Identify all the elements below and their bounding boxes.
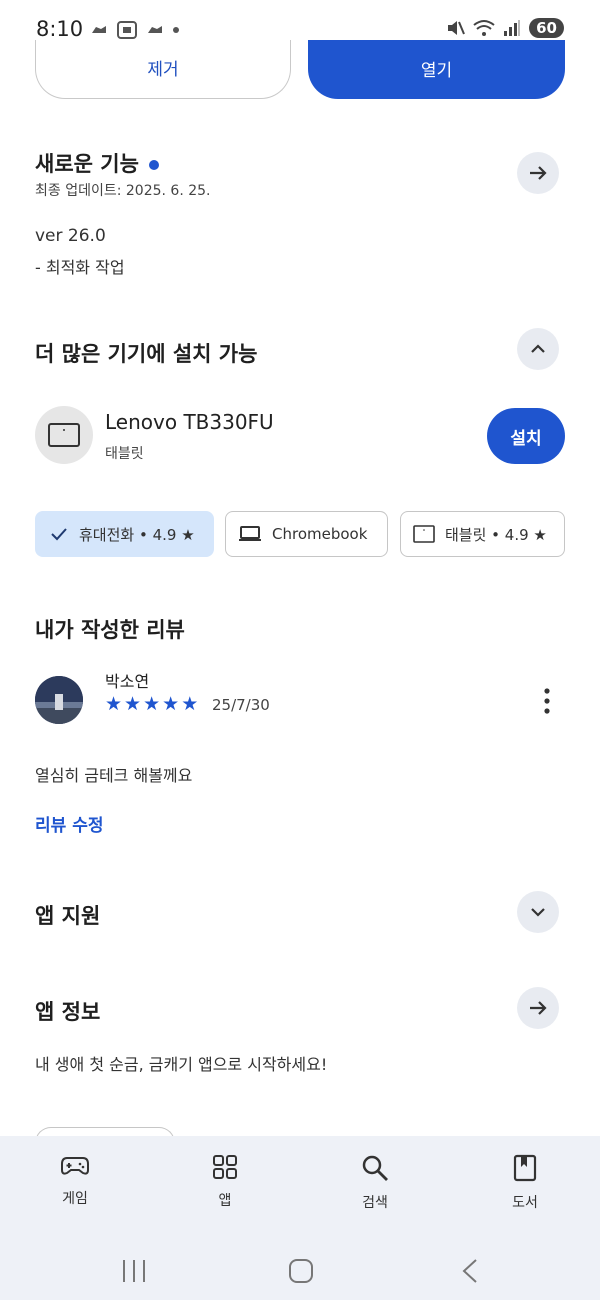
star-icon: ★ — [181, 693, 199, 715]
chip-chromebook[interactable]: Chromebook — [225, 511, 388, 557]
tablet-icon — [48, 423, 80, 447]
more-devices-collapse-button[interactable] — [517, 328, 559, 370]
chip-phone[interactable]: 휴대전화 • 4.9 ★ — [35, 511, 214, 557]
my-review-title: 내가 작성한 리뷰 — [35, 618, 185, 642]
chip-phone-label: 휴대전화 • 4.9 ★ — [79, 525, 195, 544]
install-button[interactable]: 설치 — [487, 408, 565, 464]
nav-item-games[interactable]: 게임 — [30, 1154, 120, 1208]
star-icon: ★ — [162, 693, 180, 715]
dot-icon — [173, 27, 179, 33]
arrow-right-icon — [530, 1001, 547, 1015]
nav-label-search: 검색 — [362, 1195, 388, 1211]
new-indicator-dot — [148, 160, 159, 170]
device-type: 태블릿 — [105, 446, 144, 462]
review-author: 박소연 — [105, 672, 150, 691]
apps-grid-icon — [213, 1155, 237, 1179]
review-date: 25/7/30 — [212, 696, 270, 714]
open-button[interactable]: 열기 — [308, 40, 565, 99]
back-icon[interactable] — [460, 1258, 480, 1284]
more-vertical-icon — [544, 688, 550, 714]
battery-level: 60 — [529, 18, 564, 38]
avatar-image — [35, 676, 83, 724]
whats-new-title: 새로운 기능 — [35, 148, 159, 178]
review-more-button[interactable] — [535, 686, 559, 716]
nav-item-books[interactable]: 도서 — [480, 1154, 570, 1212]
app-support-title: 앱 지원 — [35, 904, 101, 928]
app-info-arrow-button[interactable] — [517, 987, 559, 1029]
chevron-down-icon — [531, 908, 545, 917]
app-info-title: 앱 정보 — [35, 1000, 101, 1024]
cloud-icon — [148, 26, 162, 33]
arrow-right-icon — [530, 166, 547, 180]
mute-icon — [448, 21, 466, 35]
review-rating: ★ ★ ★ ★ ★ — [105, 694, 198, 714]
top-actions: 제거 열기 — [35, 40, 565, 100]
nav-item-search[interactable]: 검색 — [330, 1154, 420, 1212]
chip-chromebook-label: Chromebook — [272, 525, 368, 543]
bottom-nav: 게임 앱 검색 도서 — [0, 1136, 600, 1300]
avatar — [35, 676, 83, 724]
more-devices-title: 더 많은 기기에 설치 가능 — [35, 342, 258, 366]
system-navigation — [0, 1246, 600, 1296]
last-updated: 최종 업데이트: 2025. 6. 25. — [35, 183, 211, 199]
system-icons: 60 — [445, 18, 564, 38]
screenshot-icon — [117, 21, 137, 39]
wifi-icon — [473, 20, 495, 36]
notification-icons — [90, 20, 180, 40]
check-icon — [51, 528, 67, 541]
nav-item-apps[interactable]: 앱 — [180, 1154, 270, 1210]
chip-tablet[interactable]: 태블릿 • 4.9 ★ — [400, 511, 565, 557]
device-avatar — [35, 406, 93, 464]
whats-new-title-text: 새로운 기능 — [35, 152, 139, 176]
home-icon[interactable] — [288, 1258, 314, 1284]
signal-icon — [504, 20, 521, 36]
laptop-icon — [239, 526, 261, 541]
version-note: - 최적화 작업 — [35, 258, 125, 277]
gamepad-icon — [61, 1157, 89, 1175]
star-icon: ★ — [143, 693, 161, 715]
star-icon: ★ — [105, 693, 123, 715]
nav-label-games: 게임 — [62, 1191, 88, 1207]
review-text: 열심히 금테크 해볼께요 — [35, 766, 193, 785]
search-icon — [362, 1155, 388, 1181]
remove-button[interactable]: 제거 — [35, 40, 291, 99]
app-support-expand-button[interactable] — [517, 891, 559, 933]
version-text: ver 26.0 — [35, 226, 106, 246]
app-info-description: 내 생애 첫 순금, 금캐기 앱으로 시작하세요! — [35, 1055, 328, 1074]
device-name: Lenovo TB330FU — [105, 410, 274, 434]
cloud-icon — [92, 26, 106, 33]
book-icon — [513, 1154, 537, 1182]
chip-tablet-label: 태블릿 • 4.9 ★ — [445, 525, 547, 544]
edit-review-link[interactable]: 리뷰 수정 — [35, 811, 103, 836]
whats-new-arrow-button[interactable] — [517, 152, 559, 194]
nav-label-books: 도서 — [512, 1195, 538, 1211]
status-time: 8:10 — [36, 17, 84, 41]
recent-apps-icon[interactable] — [120, 1258, 148, 1284]
tablet-icon — [413, 525, 435, 543]
chevron-up-icon — [531, 344, 545, 353]
star-icon: ★ — [124, 693, 142, 715]
nav-label-apps: 앱 — [218, 1193, 232, 1209]
